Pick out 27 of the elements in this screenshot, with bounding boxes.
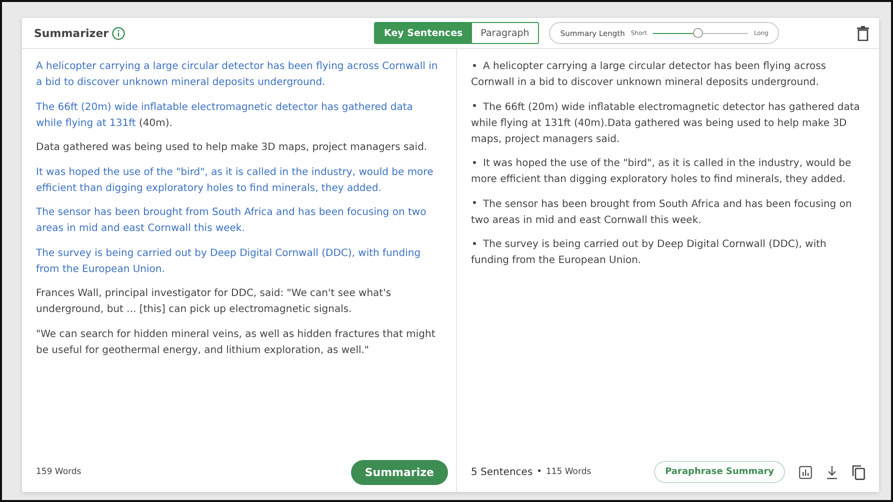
info-icon[interactable] bbox=[112, 26, 125, 40]
separator-dot: • bbox=[536, 467, 542, 477]
paraphrase-summary-button[interactable]: Paraphrase Summary bbox=[654, 461, 785, 483]
summarize-button[interactable]: Summarize bbox=[350, 460, 448, 484]
mode-tab[interactable]: Key Sentences bbox=[375, 23, 472, 43]
summary-bullet: A helicopter carrying a large circular detector has been flying across Cornwall in a bid to discover unknown mineral deposits underground. bbox=[471, 60, 827, 90]
copy-icon[interactable] bbox=[852, 464, 865, 480]
input-paragraph: Data gathered was being used to help make 3D maps, project managers said. bbox=[36, 141, 428, 155]
sentence-count: 5 Sentences bbox=[471, 466, 533, 478]
chart-icon[interactable] bbox=[799, 466, 812, 478]
summary-bullet: The sensor has been brought from South Africa and has been focusing on two areas in mid and east Cornwall this week. bbox=[471, 198, 853, 228]
trash-icon[interactable] bbox=[857, 26, 869, 40]
download-icon[interactable] bbox=[826, 464, 838, 480]
input-paragraph: Frances Wall, principal investigator for DDC, said: "We can't see what's underground, but ... [this] can pick up electromagnetic signals. bbox=[36, 287, 392, 317]
input-paragraph: A helicopter carrying a large circular detector has been flying across Cornwall in a bid to discover unknown mineral deposits underground. bbox=[36, 60, 439, 90]
summarizer-title: Summarizer bbox=[34, 26, 109, 40]
summary-bullet: The 66ft (20m) wide inflatable electromagnetic detector has gathered data while flying at 131ft (40m).Data gathered was being used to help make 3D maps, project managers said. bbox=[471, 100, 861, 146]
input-word-count: 159 Words bbox=[36, 467, 82, 477]
input-paragraph: The sensor has been brought from South Africa and has been focusing on two areas in mid and east Cornwall this week. bbox=[36, 206, 428, 236]
input-paragraph: The survey is being carried out by Deep Digital Cornwall (DDC), with funding from the European Union. bbox=[36, 246, 422, 276]
input-paragraph: It was hoped the use of the "bird", as it is called in the industry, would be more efficient than digging exploratory holes to find minerals, they added. bbox=[36, 166, 434, 196]
output-word-count: 115 Words bbox=[546, 467, 592, 477]
summary-bullet: It was hoped the use of the "bird", as it is called in the industry, would be more efficient than digging exploratory holes to find minerals, they added. bbox=[471, 157, 852, 187]
input-paragraph: The 66ft (20m) wide inflatable electromagnetic detector has gathered data while flying at 131ft (40m). bbox=[36, 100, 414, 130]
input-paragraph: "We can search for hidden mineral veins, as well as hidden fractures that might be useful for geothermal energy, and lithium exploration, as well." bbox=[36, 328, 436, 358]
summary-bullet: The survey is being carried out by Deep Digital Cornwall (DDC), with funding from the European Union. bbox=[471, 238, 828, 268]
slider-thumb[interactable] bbox=[692, 28, 703, 38]
